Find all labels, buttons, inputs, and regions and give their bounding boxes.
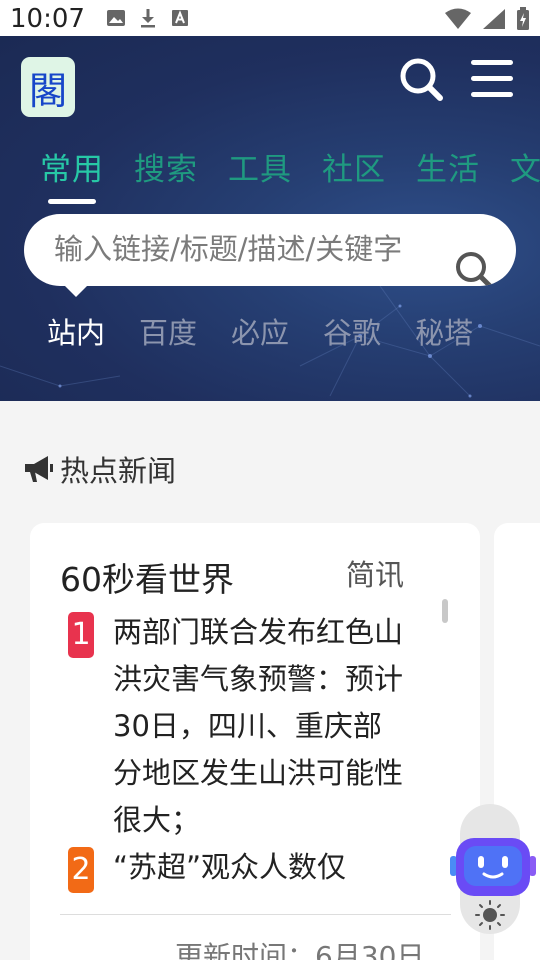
search-box [24, 214, 516, 286]
text-a-icon [172, 10, 188, 26]
engine-tab-site[interactable]: 站内 [47, 310, 105, 352]
app-logo[interactable]: 閣 [21, 57, 75, 117]
sun-icon[interactable] [475, 900, 505, 930]
search-input[interactable] [54, 227, 458, 271]
hot-news-heading: 热点新闻 [22, 448, 176, 490]
engine-tab-metaso[interactable]: 秘塔 [415, 310, 473, 352]
tab-community[interactable]: 社区 [322, 144, 386, 189]
search-engine-tabs: 站内 百度 必应 谷歌 秘塔 [47, 310, 507, 352]
tab-common[interactable]: 常用 [40, 144, 104, 189]
news-text: 两部门联合发布红色山洪灾害气象预警：预计30日，四川、重庆部分地区发生山洪可能性… [113, 615, 404, 837]
search-submit-icon[interactable] [454, 250, 496, 286]
news-item[interactable]: 1 两部门联合发布红色山洪灾害气象预警：预计30日，四川、重庆部分地区发生山洪可… [68, 609, 408, 844]
wifi-icon [445, 8, 471, 29]
menu-icon[interactable] [469, 58, 515, 100]
news-list[interactable]: 1 两部门联合发布红色山洪灾害气象预警：预计30日，四川、重庆部分地区发生山洪可… [68, 609, 408, 897]
news-item[interactable]: 2 “苏超”观众人数仅 [68, 844, 408, 893]
status-time: 10:07 [10, 4, 85, 34]
update-time: 更新时间：6月30日 [175, 940, 425, 960]
hot-news-title: 热点新闻 [60, 454, 177, 488]
tab-tools[interactable]: 工具 [228, 144, 292, 189]
tab-search[interactable]: 搜索 [134, 144, 198, 189]
news-rank-badge: 2 [68, 847, 94, 893]
news-scrollbar[interactable] [442, 599, 448, 623]
tab-life[interactable]: 生活 [416, 144, 480, 189]
logo-text: 閣 [28, 68, 67, 113]
search-box-pointer [63, 284, 89, 297]
signal-icon [483, 9, 505, 29]
status-bar: 10:07 [0, 0, 540, 36]
tab-more[interactable]: 文 [510, 144, 540, 189]
header-banner: 閣 常用搜索工具社区生活文 站内百度必应谷歌秘塔 [0, 36, 540, 401]
image-icon [107, 10, 125, 26]
robot-assistant-icon[interactable] [450, 834, 536, 904]
card-divider [60, 914, 451, 915]
battery-icon [517, 7, 529, 30]
search-icon[interactable] [398, 56, 444, 102]
engine-tab-baidu[interactable]: 百度 [139, 310, 197, 352]
engine-tab-google[interactable]: 谷歌 [323, 310, 381, 352]
news-card[interactable]: 60秒看世界 简讯 1 两部门联合发布红色山洪灾害气象预警：预计30日，四川、重… [30, 523, 480, 960]
category-tabs: 常用 搜索 工具 社区 生活文 [40, 144, 540, 190]
engine-tab-bing[interactable]: 必应 [231, 310, 289, 352]
active-tab-indicator [48, 199, 96, 204]
news-card-title: 60秒看世界 [60, 560, 234, 599]
download-icon [141, 9, 155, 28]
news-card-tag: 简讯 [346, 558, 405, 592]
news-rank-badge: 1 [68, 612, 94, 658]
megaphone-icon [25, 456, 53, 482]
news-text: “苏超”观众人数仅 [113, 850, 347, 884]
